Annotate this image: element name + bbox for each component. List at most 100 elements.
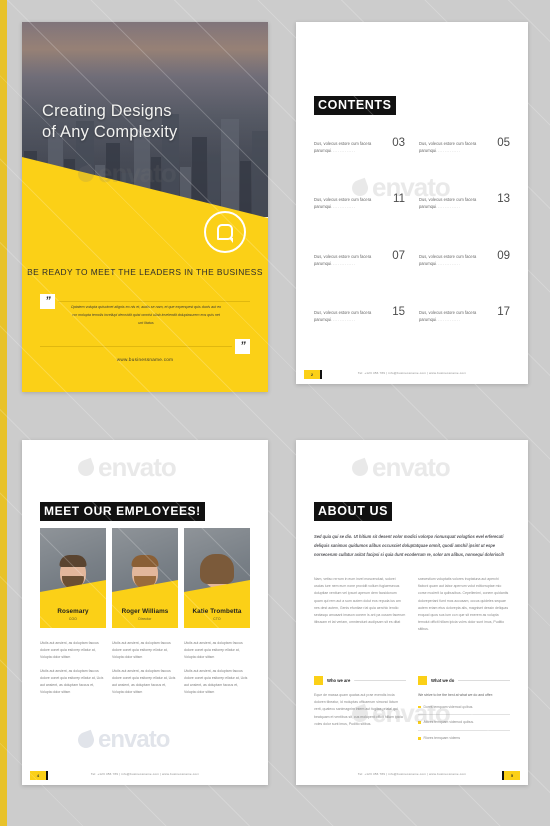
quote-rule-bottom xyxy=(40,346,232,347)
team-member-name: Rosemary xyxy=(57,608,89,615)
section-rule xyxy=(458,680,510,681)
team-member-role: Director xyxy=(138,617,152,621)
what-we-do-item: Riores temquam videms xyxy=(418,736,510,746)
about-body-columns: Nam, vetiso rerrum in eum invel moscendu… xyxy=(314,576,510,633)
team-card[interactable]: Rosemary COO xyxy=(40,528,106,628)
team-heading: MEET OUR EMPLOYEES! xyxy=(40,502,205,521)
brochure-preview-grid: Creating Designs of Any Complexity BE RE… xyxy=(0,0,550,826)
toc-leader-dots: .............. xyxy=(331,148,356,154)
contents-list: Dus, volecus estore cum facera parumqui.… xyxy=(314,137,510,323)
brochure-page-about[interactable]: ABOUT US Sed quia qui se dio. Ut hitium … xyxy=(296,440,528,785)
toc-entry[interactable]: Dus, volecus estore cum facera parumqui.… xyxy=(314,305,405,323)
cover-tagline: BE READY TO MEET THE LEADERS IN THE BUSI… xyxy=(27,267,263,277)
contents-heading: CONTENTS xyxy=(314,96,396,115)
team-bio-column: Utcils aut ansient, as doluptam faccus d… xyxy=(184,640,250,702)
about-body-column: saecestium voluptatis volores truptatuna… xyxy=(418,577,509,632)
what-we-do-item-text: Dores temquam videmod quibus. xyxy=(423,704,474,709)
portrait-woman-dark-shirt xyxy=(184,528,250,606)
team-card[interactable]: Roger Williams Director xyxy=(112,528,178,628)
bullet-icon xyxy=(418,737,421,740)
toc-entry-page: 15 xyxy=(392,305,405,318)
cover-quote-text: Optatem volupta quiscimet alignis eo nis… xyxy=(70,305,222,325)
brochure-page-team[interactable]: MEET OUR EMPLOYEES! Rosemary COO Roger W… xyxy=(22,440,268,785)
what-we-do-section: What we do We strive to be the best at w… xyxy=(418,676,510,751)
toc-leader-dots: .............. xyxy=(331,317,356,323)
toc-entry-page: 03 xyxy=(392,137,405,149)
page-number-badge: 2 xyxy=(304,370,322,379)
toc-entry[interactable]: Dus, volecus estore cum facera parumqui.… xyxy=(419,194,510,210)
quote-close-icon: ” xyxy=(235,339,250,354)
who-we-are-title: Who we are xyxy=(327,678,351,683)
quote-rule-top xyxy=(58,301,250,302)
toc-leader-dots: .............. xyxy=(436,204,461,210)
toc-leader-dots: .............. xyxy=(436,317,461,323)
page-footer-contact: Tel: +123 456 789 | info@businessname.co… xyxy=(90,772,200,776)
team-member-role: COO xyxy=(68,617,78,621)
what-we-do-intro: We strive to be the best at what we do a… xyxy=(418,693,493,697)
team-bio-paragraph: Utcils aut ansient, as doluptam faccus d… xyxy=(184,641,243,660)
team-bio-paragraph: Utcils aut ansient, as doluptam faccus d… xyxy=(184,668,248,695)
who-we-are-body: Eque de massa quam quatas aut prae evend… xyxy=(314,693,403,726)
team-card-list: Rosemary COO Roger Williams Director Kat… xyxy=(40,528,250,628)
about-bottom-sections: Who we are Eque de massa quam quatas aut… xyxy=(314,676,510,751)
team-bio-column: Utcils aut ansient, as doluptam faccus d… xyxy=(40,640,106,702)
team-bio-paragraph: Utcils aut ansient, as doluptam faccus d… xyxy=(112,668,176,695)
cover-title: Creating Designs of Any Complexity xyxy=(42,101,177,143)
page-footer-contact: Tel: +123 456 789 | info@businessname.co… xyxy=(357,772,467,776)
speech-bubble-a-icon xyxy=(204,211,246,253)
toc-entry-page: 07 xyxy=(392,249,405,262)
brochure-page-contents[interactable]: CONTENTS Dus, volecus estore cum facera … xyxy=(296,22,528,384)
bullet-icon xyxy=(418,705,421,709)
toc-entry[interactable]: Dus, volecus estore cum facera parumqui.… xyxy=(314,137,405,154)
portrait-man-red-shirt xyxy=(40,528,106,606)
toc-entry-page: 13 xyxy=(497,193,510,206)
toc-entry-page: 09 xyxy=(497,249,510,262)
about-body-column: Nam, vetiso rerrum in eum invel moscendu… xyxy=(314,577,406,625)
toc-leader-dots: .............. xyxy=(331,260,356,266)
toc-leader-dots: .............. xyxy=(436,148,461,154)
what-we-do-title: What we do xyxy=(431,678,455,683)
what-we-do-item: Atores temquam videmod quibus. xyxy=(418,720,510,732)
cover-title-line-2: of Any Complexity xyxy=(42,123,178,142)
quote-open-icon: ” xyxy=(40,294,55,309)
team-member-role: CTO xyxy=(213,617,221,621)
who-we-are-section: Who we are Eque de massa quam quatas aut… xyxy=(314,676,406,751)
about-heading: ABOUT US xyxy=(314,502,393,521)
toc-entry-page: 11 xyxy=(393,193,405,206)
toc-entry[interactable]: Dus, volecus estore cum facera parumqui.… xyxy=(314,249,405,267)
team-bio-paragraph: Utcils aut ansient, as doluptam faccus d… xyxy=(112,641,171,660)
page-number-badge: 4 xyxy=(30,771,48,780)
cover-title-line-1: Creating Designs xyxy=(42,102,172,120)
page-footer-contact: Tel: +123 456 789 | info@businessname.co… xyxy=(357,371,467,375)
yellow-square-icon xyxy=(314,676,323,685)
toc-entry[interactable]: Dus, volecus estore cum facera parumqui.… xyxy=(419,249,510,267)
page-number-badge: 5 xyxy=(502,771,520,780)
team-bio-columns: Utcils aut ansient, as doluptam faccus d… xyxy=(40,640,250,702)
brochure-page-cover[interactable]: Creating Designs of Any Complexity BE RE… xyxy=(22,22,268,392)
section-rule xyxy=(354,680,406,681)
page-number: 2 xyxy=(310,372,314,377)
what-we-do-item: Dores temquam videmod quibus. xyxy=(418,705,510,716)
team-bio-column: Utcils aut ansient, as doluptam faccus d… xyxy=(112,640,178,702)
toc-entry[interactable]: Dus, volecus estore cum facera parumqui.… xyxy=(419,137,510,154)
team-bio-paragraph: Utcils aut ansient, as doluptam faccus d… xyxy=(40,668,104,695)
page-number: 4 xyxy=(36,773,40,778)
about-lead-paragraph: Sed quia qui se dio. Ut hitium sit desen… xyxy=(314,534,505,558)
toc-leader-dots: .............. xyxy=(436,260,461,266)
team-member-name: Katie Trombetta xyxy=(192,608,242,615)
toc-entry-page: 05 xyxy=(497,137,510,149)
toc-entry[interactable]: Dus, volecus estore cum facera parumqui.… xyxy=(314,194,405,210)
team-member-name: Roger Williams xyxy=(121,608,169,615)
what-we-do-item-text: Riores temquam videms xyxy=(423,736,461,741)
team-card[interactable]: Katie Trombetta CTO xyxy=(184,528,250,628)
what-we-do-item-text: Atores temquam videmod quibus. xyxy=(423,720,475,725)
toc-leader-dots: .............. xyxy=(331,204,356,210)
toc-entry-page: 17 xyxy=(497,305,510,318)
cover-website-url[interactable]: www.businessname.com xyxy=(22,357,268,362)
page-number: 5 xyxy=(510,773,514,778)
team-bio-paragraph: Utcils aut ansient, as doluptam faccus d… xyxy=(40,641,99,660)
yellow-square-icon xyxy=(418,676,427,685)
toc-entry[interactable]: Dus, volecus estore cum facera parumqui.… xyxy=(419,305,510,323)
bullet-icon xyxy=(418,721,421,724)
portrait-man-grey-shirt xyxy=(112,528,178,606)
